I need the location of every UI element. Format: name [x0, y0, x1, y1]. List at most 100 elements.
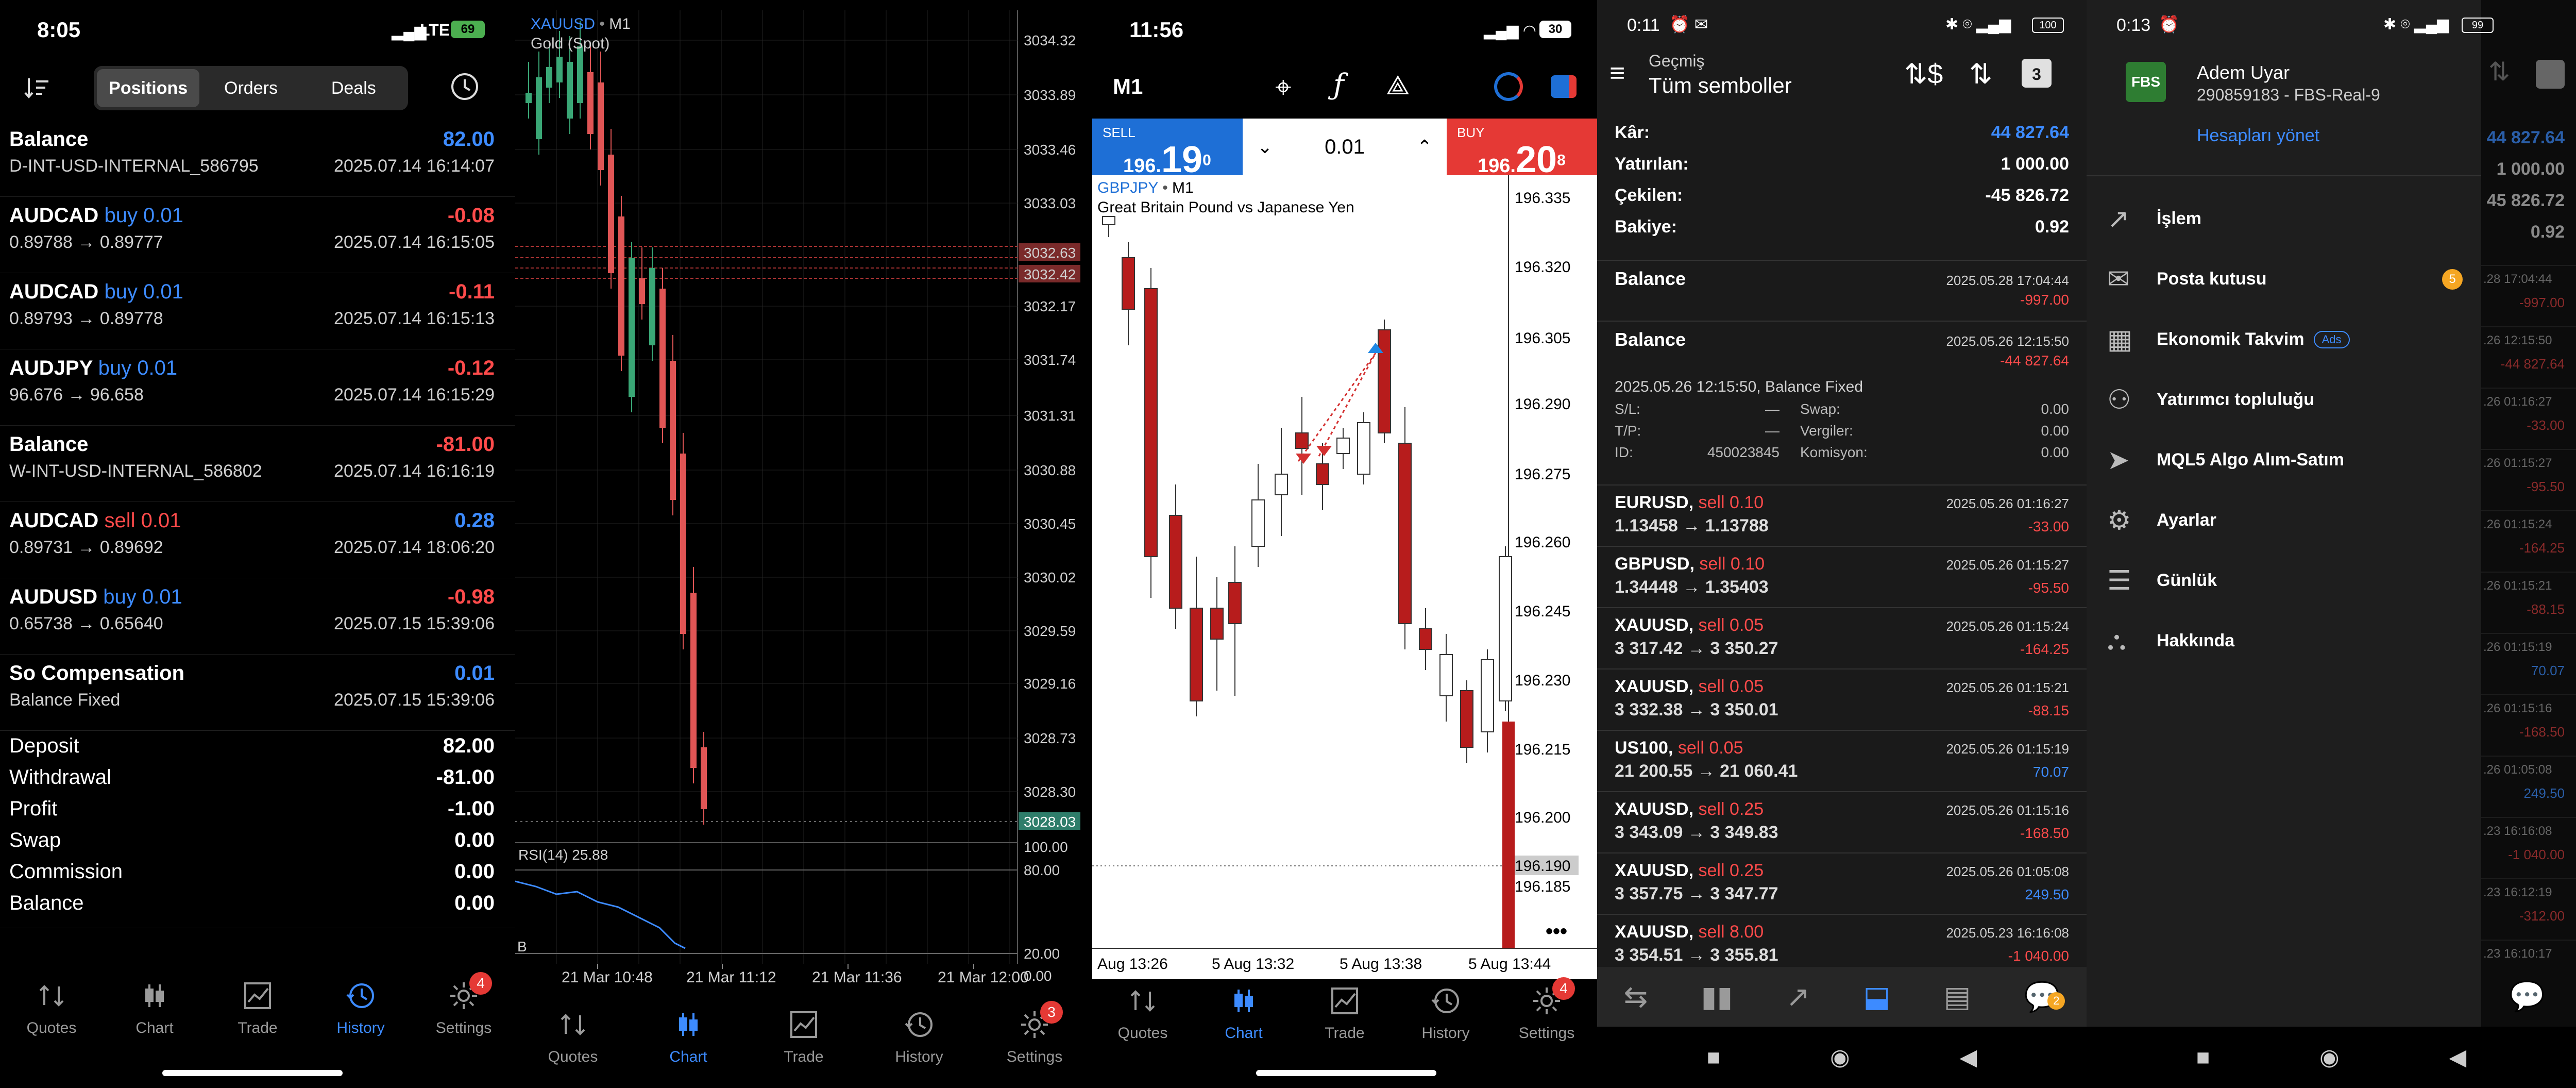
function-icon[interactable]: ƒ	[1333, 68, 1344, 102]
candle-body	[659, 289, 666, 428]
history-row[interactable]: GBPUSD, sell 0.10 2025.05.26 01:15:27 1.34…	[1597, 546, 2087, 607]
buy-button[interactable]: BUY 196.208	[1447, 119, 1597, 180]
tab-quotes[interactable]: Quotes	[524, 1008, 622, 1066]
home-icon[interactable]: ◉	[1830, 1044, 1850, 1070]
history-row[interactable]: AUDCAD buy 0.01 -0.08 0.89788 → 0.89777 202…	[0, 197, 515, 273]
chart-icon[interactable]: ▮▮	[1701, 980, 1733, 1014]
row-profit: -0.08	[447, 204, 495, 227]
candle-body	[526, 93, 532, 103]
row-profit: -88.15	[2028, 702, 2069, 718]
row-detail: Balance Fixed	[9, 690, 121, 710]
history-icon[interactable]: ⬓	[1863, 980, 1891, 1014]
row-profit: -0.11	[449, 280, 495, 303]
calendar-icon[interactable]: 3	[2022, 59, 2052, 88]
recents-icon[interactable]: ■	[2196, 1045, 2210, 1070]
drawer-item-4[interactable]: ⚇ Yatırımcı topluluğu	[2087, 370, 2481, 430]
history-row[interactable]: AUDUSD buy 0.01 -0.98 0.65738 → 0.65640 202…	[0, 578, 515, 655]
sort-icon[interactable]: ⇅	[1969, 58, 1992, 90]
tab-quotes[interactable]: Quotes	[1094, 984, 1192, 1042]
back-icon[interactable]: ◀	[2449, 1044, 2466, 1070]
chart-symbol-title: XAUUSD • M1	[531, 15, 631, 32]
tab-chart[interactable]: Chart	[106, 979, 204, 1037]
fbs-logo: FBS	[2126, 62, 2166, 102]
calendar-icon: ▦	[2107, 324, 2133, 355]
recents-icon[interactable]: ■	[1707, 1045, 1721, 1070]
history-row[interactable]: XAUUSD, sell 0.25 2025.05.26 01:05:08 3 35…	[1597, 852, 2087, 914]
tab-trade[interactable]: Trade	[209, 979, 307, 1037]
history-row[interactable]: XAUUSD, sell 8.00 2025.05.23 16:16:08 3 35…	[1597, 914, 2087, 975]
drawer-item-6[interactable]: ⚙ Ayarlar	[2087, 490, 2481, 550]
one-click-icon[interactable]	[1494, 72, 1523, 101]
news-icon[interactable]: ▤	[1944, 980, 1971, 1014]
drawer-item-2[interactable]: ✉ Posta kutusu 5	[2087, 249, 2481, 309]
history-row[interactable]: Balance 2025.05.26 12:15:50 -44 827.64 2025…	[1597, 321, 2087, 484]
volume-decrease-icon[interactable]: ⌄	[1257, 136, 1273, 158]
bg-row-time: .23 16:16:08	[2483, 824, 2552, 838]
objects-icon[interactable]: ⟁	[1386, 70, 1410, 102]
tab-settings[interactable]: Settings 4	[415, 972, 513, 1037]
drawer-item-8[interactable]: ⛬ Hakkında	[2087, 611, 2481, 671]
menu-icon[interactable]: ≡	[1609, 58, 1625, 89]
history-row[interactable]: EURUSD, sell 0.10 2025.05.26 01:16:27 1.13…	[1597, 484, 2087, 546]
sell-price-big: 19	[1161, 139, 1203, 180]
drawer-item-7[interactable]: ☰ Günlük	[2087, 550, 2481, 611]
history-row[interactable]: XAUUSD, sell 0.05 2025.05.26 01:15:21 3 33…	[1597, 668, 2087, 730]
summary-row: Commission 0.00	[0, 860, 515, 892]
crosshair-icon[interactable]: ⌖	[1275, 70, 1292, 105]
currency-filter-icon[interactable]: ⇅$	[1904, 58, 1943, 90]
history-row[interactable]: XAUUSD, sell 0.25 2025.05.26 01:15:16 3 34…	[1597, 791, 2087, 852]
tab-quotes[interactable]: Quotes	[3, 979, 100, 1037]
clock-icon[interactable]	[449, 71, 480, 102]
tab-label: Trade	[784, 1048, 824, 1065]
tab-history[interactable]: History	[870, 1008, 968, 1066]
quotes-icon[interactable]: ⇆	[1624, 980, 1648, 1014]
segment-orders[interactable]: Orders	[199, 69, 302, 107]
history-row[interactable]: AUDJPY buy 0.01 -0.12 96.676 → 96.658 2025.…	[0, 349, 515, 426]
bg-row-divider	[2478, 265, 2576, 266]
more-icon[interactable]: •••	[1546, 920, 1567, 943]
volume-increase-icon[interactable]: ⌃	[1417, 136, 1432, 158]
home-icon[interactable]: ◉	[2319, 1044, 2339, 1070]
chat-badge: 2	[2047, 992, 2065, 1010]
segment-deals[interactable]: Deals	[302, 69, 405, 107]
tab-settings[interactable]: Settings 3	[986, 1001, 1083, 1066]
tab-trade[interactable]: Trade	[755, 1008, 853, 1066]
price-label: 3028.30	[1024, 784, 1076, 800]
tab-trade[interactable]: Trade	[1296, 984, 1394, 1042]
timeframe-button[interactable]: M1	[1113, 74, 1143, 99]
tab-history[interactable]: History	[1397, 984, 1495, 1042]
back-icon[interactable]: ◀	[1959, 1044, 1977, 1070]
summary-label: Deposit	[9, 734, 79, 757]
history-row[interactable]: Balance 2025.05.28 17:04:44 -997.00	[1597, 260, 2087, 321]
history-row[interactable]: AUDCAD buy 0.01 -0.11 0.89793 → 0.89778 202…	[0, 273, 515, 349]
sort-icon[interactable]	[23, 73, 52, 102]
history-icon	[903, 1008, 936, 1041]
volume-value[interactable]: 0.01	[1325, 136, 1365, 159]
manage-accounts-link[interactable]: Hesapları yönet	[2197, 126, 2319, 146]
history-row[interactable]: Balance -81.00 W-INT-USD-INTERNAL_586802 20…	[0, 426, 515, 502]
summary-label: Profit	[9, 797, 58, 820]
history-row[interactable]: XAUUSD, sell 0.05 2025.05.26 01:15:24 3 31…	[1597, 607, 2087, 668]
chat-icon[interactable]: 💬 2	[2024, 980, 2065, 1014]
history-row[interactable]: AUDCAD sell 0.01 0.28 0.89731 → 0.89692 202…	[0, 502, 515, 578]
history-row[interactable]: Balance 82.00 D-INT-USD-INTERNAL_586795 202…	[0, 121, 515, 197]
tab-history[interactable]: History	[312, 979, 410, 1037]
drawer-item-1[interactable]: ↗ İşlem	[2087, 189, 2481, 249]
tab-chart[interactable]: Chart	[639, 1008, 737, 1066]
history-row[interactable]: So Compensation 0.01 Balance Fixed 2025.07.…	[0, 655, 515, 731]
row-symbol-group: AUDCAD buy 0.01	[9, 204, 183, 227]
xauusd-chart[interactable]: 3034.32 3033.89 3033.46 3033.03 3032.63 3032.…	[515, 0, 1092, 984]
trade-icon[interactable]: ↗	[1786, 980, 1810, 1014]
gbpjpy-chart[interactable]: 196.335 196.320 196.305 196.290 196.275 196.2…	[1092, 175, 1597, 979]
tab-chart[interactable]: Chart	[1195, 984, 1293, 1042]
trade-toggle-icon[interactable]	[1551, 75, 1577, 98]
drawer-item-5[interactable]: ➤ MQL5 Algo Alım-Satım	[2087, 430, 2481, 490]
history-row[interactable]: US100, sell 0.05 2025.05.26 01:15:19 21 20…	[1597, 730, 2087, 791]
bg-row-divider	[2478, 388, 2576, 389]
row-symbol: XAUUSD,	[1615, 799, 1694, 819]
segment-positions[interactable]: Positions	[97, 69, 200, 107]
tab-settings[interactable]: Settings 4	[1498, 977, 1596, 1042]
price-label: 196.305	[1515, 330, 1570, 347]
sell-button[interactable]: SELL 196.190	[1092, 119, 1243, 180]
drawer-item-3[interactable]: ▦ Ekonomik Takvim Ads	[2087, 309, 2481, 370]
